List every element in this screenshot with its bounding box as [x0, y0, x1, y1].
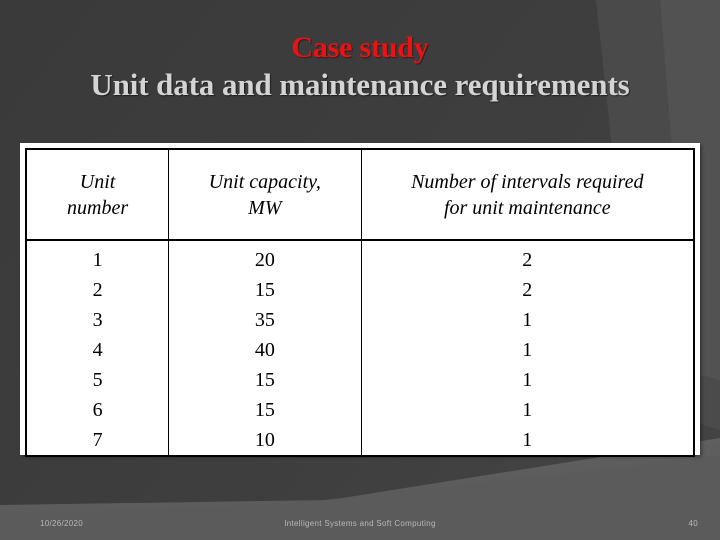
- cell-unit-number: 1: [25, 240, 170, 275]
- cell-unit-number: 3: [25, 305, 170, 335]
- cell-unit-capacity: 15: [168, 365, 362, 395]
- footer-page-number: 40: [688, 519, 698, 528]
- cell-unit-capacity: 20: [168, 240, 362, 275]
- cell-intervals-required: 1: [360, 305, 695, 335]
- cell-intervals-required: 1: [360, 425, 695, 456]
- table-row: 6 15 1: [25, 395, 695, 425]
- cell-unit-capacity: 10: [168, 425, 362, 456]
- footer-course-title: Intelligent Systems and Soft Computing: [284, 519, 436, 528]
- column-header-intervals-required-line1: Number of intervals required: [411, 170, 644, 193]
- column-header-unit-number-line2: number: [67, 196, 129, 219]
- cell-intervals-required: 1: [360, 335, 695, 365]
- cell-unit-number: 4: [25, 335, 170, 365]
- cell-intervals-required: 2: [360, 275, 695, 305]
- cell-unit-number: 2: [25, 275, 170, 305]
- table-row: 3 35 1: [25, 305, 695, 335]
- column-header-unit-number: Unit number: [25, 149, 170, 241]
- table-body: 1 20 2 2 15 2 3 35 1 4 40 1 5 15 1 6 15 1 7 10 1: [25, 240, 695, 456]
- table-row: 2 15 2: [25, 275, 695, 305]
- table-header: Unit number Unit capacity, MW Number of …: [25, 149, 695, 241]
- slide-footer: 10/26/2020 Intelligent Systems and Soft …: [0, 508, 720, 540]
- unit-data-table: Unit number Unit capacity, MW Number of …: [25, 148, 695, 457]
- table-row: 7 10 1: [25, 425, 695, 456]
- column-header-unit-capacity-line2: MW: [248, 196, 282, 219]
- cell-unit-number: 6: [25, 395, 170, 425]
- cell-unit-capacity: 15: [168, 275, 362, 305]
- cell-intervals-required: 1: [360, 395, 695, 425]
- table-row: 5 15 1: [25, 365, 695, 395]
- cell-unit-number: 7: [25, 425, 170, 456]
- page-subtitle: Unit data and maintenance requirements: [90, 67, 630, 102]
- cell-intervals-required: 1: [360, 365, 695, 395]
- column-header-intervals-required-line2: for unit maintenance: [443, 196, 611, 219]
- table-row: 4 40 1: [25, 335, 695, 365]
- table-header-row: Unit number Unit capacity, MW Number of …: [25, 149, 695, 241]
- table-row: 1 20 2: [25, 240, 695, 275]
- table-frame: Unit number Unit capacity, MW Number of …: [20, 143, 700, 457]
- column-header-unit-capacity-line1: Unit capacity,: [208, 170, 321, 193]
- cell-intervals-required: 2: [360, 240, 695, 275]
- cell-unit-number: 5: [25, 365, 170, 395]
- column-header-unit-capacity: Unit capacity, MW: [168, 149, 362, 241]
- column-header-unit-number-line1: Unit: [79, 170, 116, 193]
- slide-title-block: Case study Unit data and maintenance req…: [0, 30, 720, 104]
- cell-unit-capacity: 15: [168, 395, 362, 425]
- column-header-intervals-required: Number of intervals required for unit ma…: [360, 149, 695, 241]
- cell-unit-capacity: 35: [168, 305, 362, 335]
- cell-unit-capacity: 40: [168, 335, 362, 365]
- page-title: Case study: [291, 31, 429, 64]
